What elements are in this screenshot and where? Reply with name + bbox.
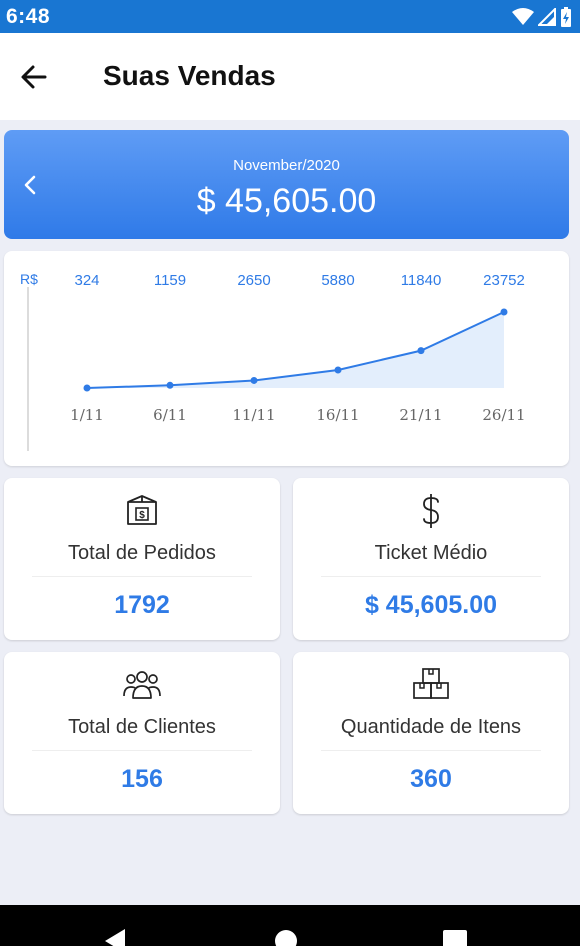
page-title: Suas Vendas	[103, 60, 276, 91]
divider	[32, 750, 252, 751]
dollar-icon	[423, 494, 439, 528]
data-label: 11840	[401, 272, 442, 289]
data-point	[417, 347, 425, 355]
signal-icon	[538, 7, 556, 26]
data-label: 2650	[237, 272, 270, 289]
x-tick-label: 16/11	[316, 406, 359, 424]
stat-card-ticket-medio: Ticket Médio $ 45,605.00	[293, 478, 569, 640]
x-tick-label: 11/11	[232, 406, 275, 424]
x-tick-label: 6/11	[153, 406, 187, 424]
data-point	[250, 376, 258, 384]
data-label: 1159	[154, 272, 186, 289]
nav-home-icon[interactable]	[266, 905, 306, 946]
period-label: November/2020	[233, 157, 340, 174]
data-point	[500, 308, 508, 316]
boxes-icon	[413, 668, 449, 699]
x-tick-label: 26/11	[482, 406, 525, 424]
sales-total-banner: November/2020 $ 45,605.00	[4, 130, 569, 239]
stat-label: Quantidade de Itens	[340, 716, 522, 738]
svg-text:$: $	[139, 510, 145, 521]
x-tick-label: 1/11	[70, 406, 104, 424]
stat-value: $ 45,605.00	[364, 591, 498, 619]
stat-card-total-pedidos: $ Total de Pedidos 1792	[4, 478, 280, 640]
box-dollar-icon: $	[127, 495, 157, 525]
stat-card-quantidade-itens: Quantidade de Itens 360	[293, 652, 569, 814]
sales-area	[87, 312, 504, 388]
stat-value: 1792	[114, 591, 170, 619]
data-label: 23752	[483, 272, 525, 289]
sales-total-value: $ 45,605.00	[196, 182, 377, 220]
nav-recents-icon[interactable]	[435, 905, 475, 946]
stat-value: 360	[410, 765, 452, 793]
stat-label: Total de Clientes	[68, 716, 216, 738]
sales-chart: R$ 324 1159 2650 5880 11840 23752 1/11 6/11 11/…	[20, 271, 526, 451]
system-icons	[512, 6, 572, 27]
status-bar: 6:48	[0, 0, 580, 33]
status-time: 6:48	[6, 4, 51, 28]
data-label: 5880	[321, 272, 354, 289]
wifi-icon	[512, 7, 534, 25]
x-tick-label: 21/11	[399, 406, 442, 424]
data-point	[83, 384, 91, 392]
back-arrow-icon[interactable]	[18, 61, 50, 93]
data-point	[166, 381, 174, 389]
divider	[321, 750, 541, 751]
stat-value: 156	[121, 765, 163, 793]
app-bar: Suas Vendas	[0, 33, 580, 120]
data-point	[334, 366, 342, 374]
data-label: 324	[74, 272, 99, 289]
y-unit-label: R$	[20, 271, 38, 287]
users-icon	[123, 671, 161, 699]
battery-icon	[561, 6, 571, 27]
divider	[321, 576, 541, 577]
nav-back-icon[interactable]	[97, 905, 137, 946]
stat-label: Total de Pedidos	[68, 542, 216, 564]
sales-chart-card: R$ 324 1159 2650 5880 11840 23752 1/11 6/11 11/…	[4, 251, 569, 466]
stat-label: Ticket Médio	[374, 542, 488, 564]
system-nav-bar	[0, 905, 580, 946]
divider	[32, 576, 252, 577]
stat-card-total-clientes: Total de Clientes 156	[4, 652, 280, 814]
